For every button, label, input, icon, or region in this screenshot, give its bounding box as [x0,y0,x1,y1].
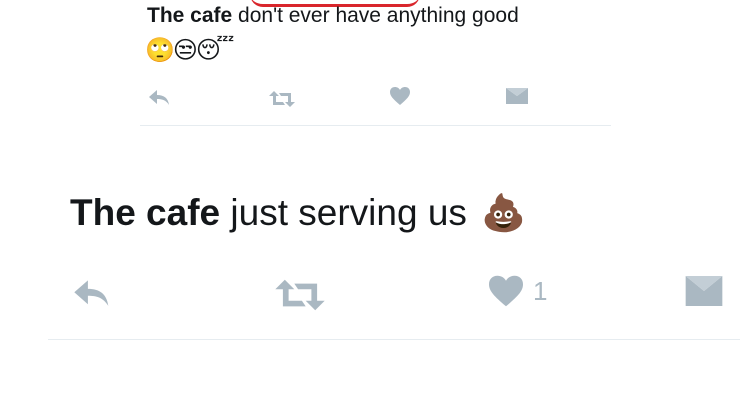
direct-message-button[interactable] [684,274,724,308]
tweet-text-body: just serving us [220,192,478,233]
reply-button[interactable] [148,88,172,108]
reply-icon [148,88,172,108]
envelope-icon [505,87,529,105]
like-button[interactable]: 1 [487,274,547,308]
retweet-icon [273,276,327,314]
reply-icon [72,277,114,311]
like-button[interactable] [389,86,419,106]
tweet-actions: 1 [0,270,750,314]
like-count: 1 [533,276,548,306]
heart-icon [389,86,411,106]
retweet-button[interactable] [273,276,327,314]
tweet-text-body: don't ever have anything good [232,4,519,27]
tweet-emoji: 🙄😒😴 [145,37,234,64]
divider [140,125,611,126]
tweet-text-bold: The cafe [147,4,233,27]
divider [48,339,740,340]
tweet-text: The cafe just serving us 💩 [70,190,526,236]
envelope-icon [684,274,724,308]
heart-icon [487,274,525,308]
tweet-text: The cafe don't ever have anything good [147,3,519,29]
tweet-emoji: 💩 [481,192,527,233]
retweet-icon [268,89,296,109]
reply-button[interactable] [72,277,114,311]
tweet-actions [0,84,750,112]
direct-message-button[interactable] [505,87,529,105]
tweet-text-bold: The cafe [70,192,221,233]
retweet-button[interactable] [268,89,296,109]
